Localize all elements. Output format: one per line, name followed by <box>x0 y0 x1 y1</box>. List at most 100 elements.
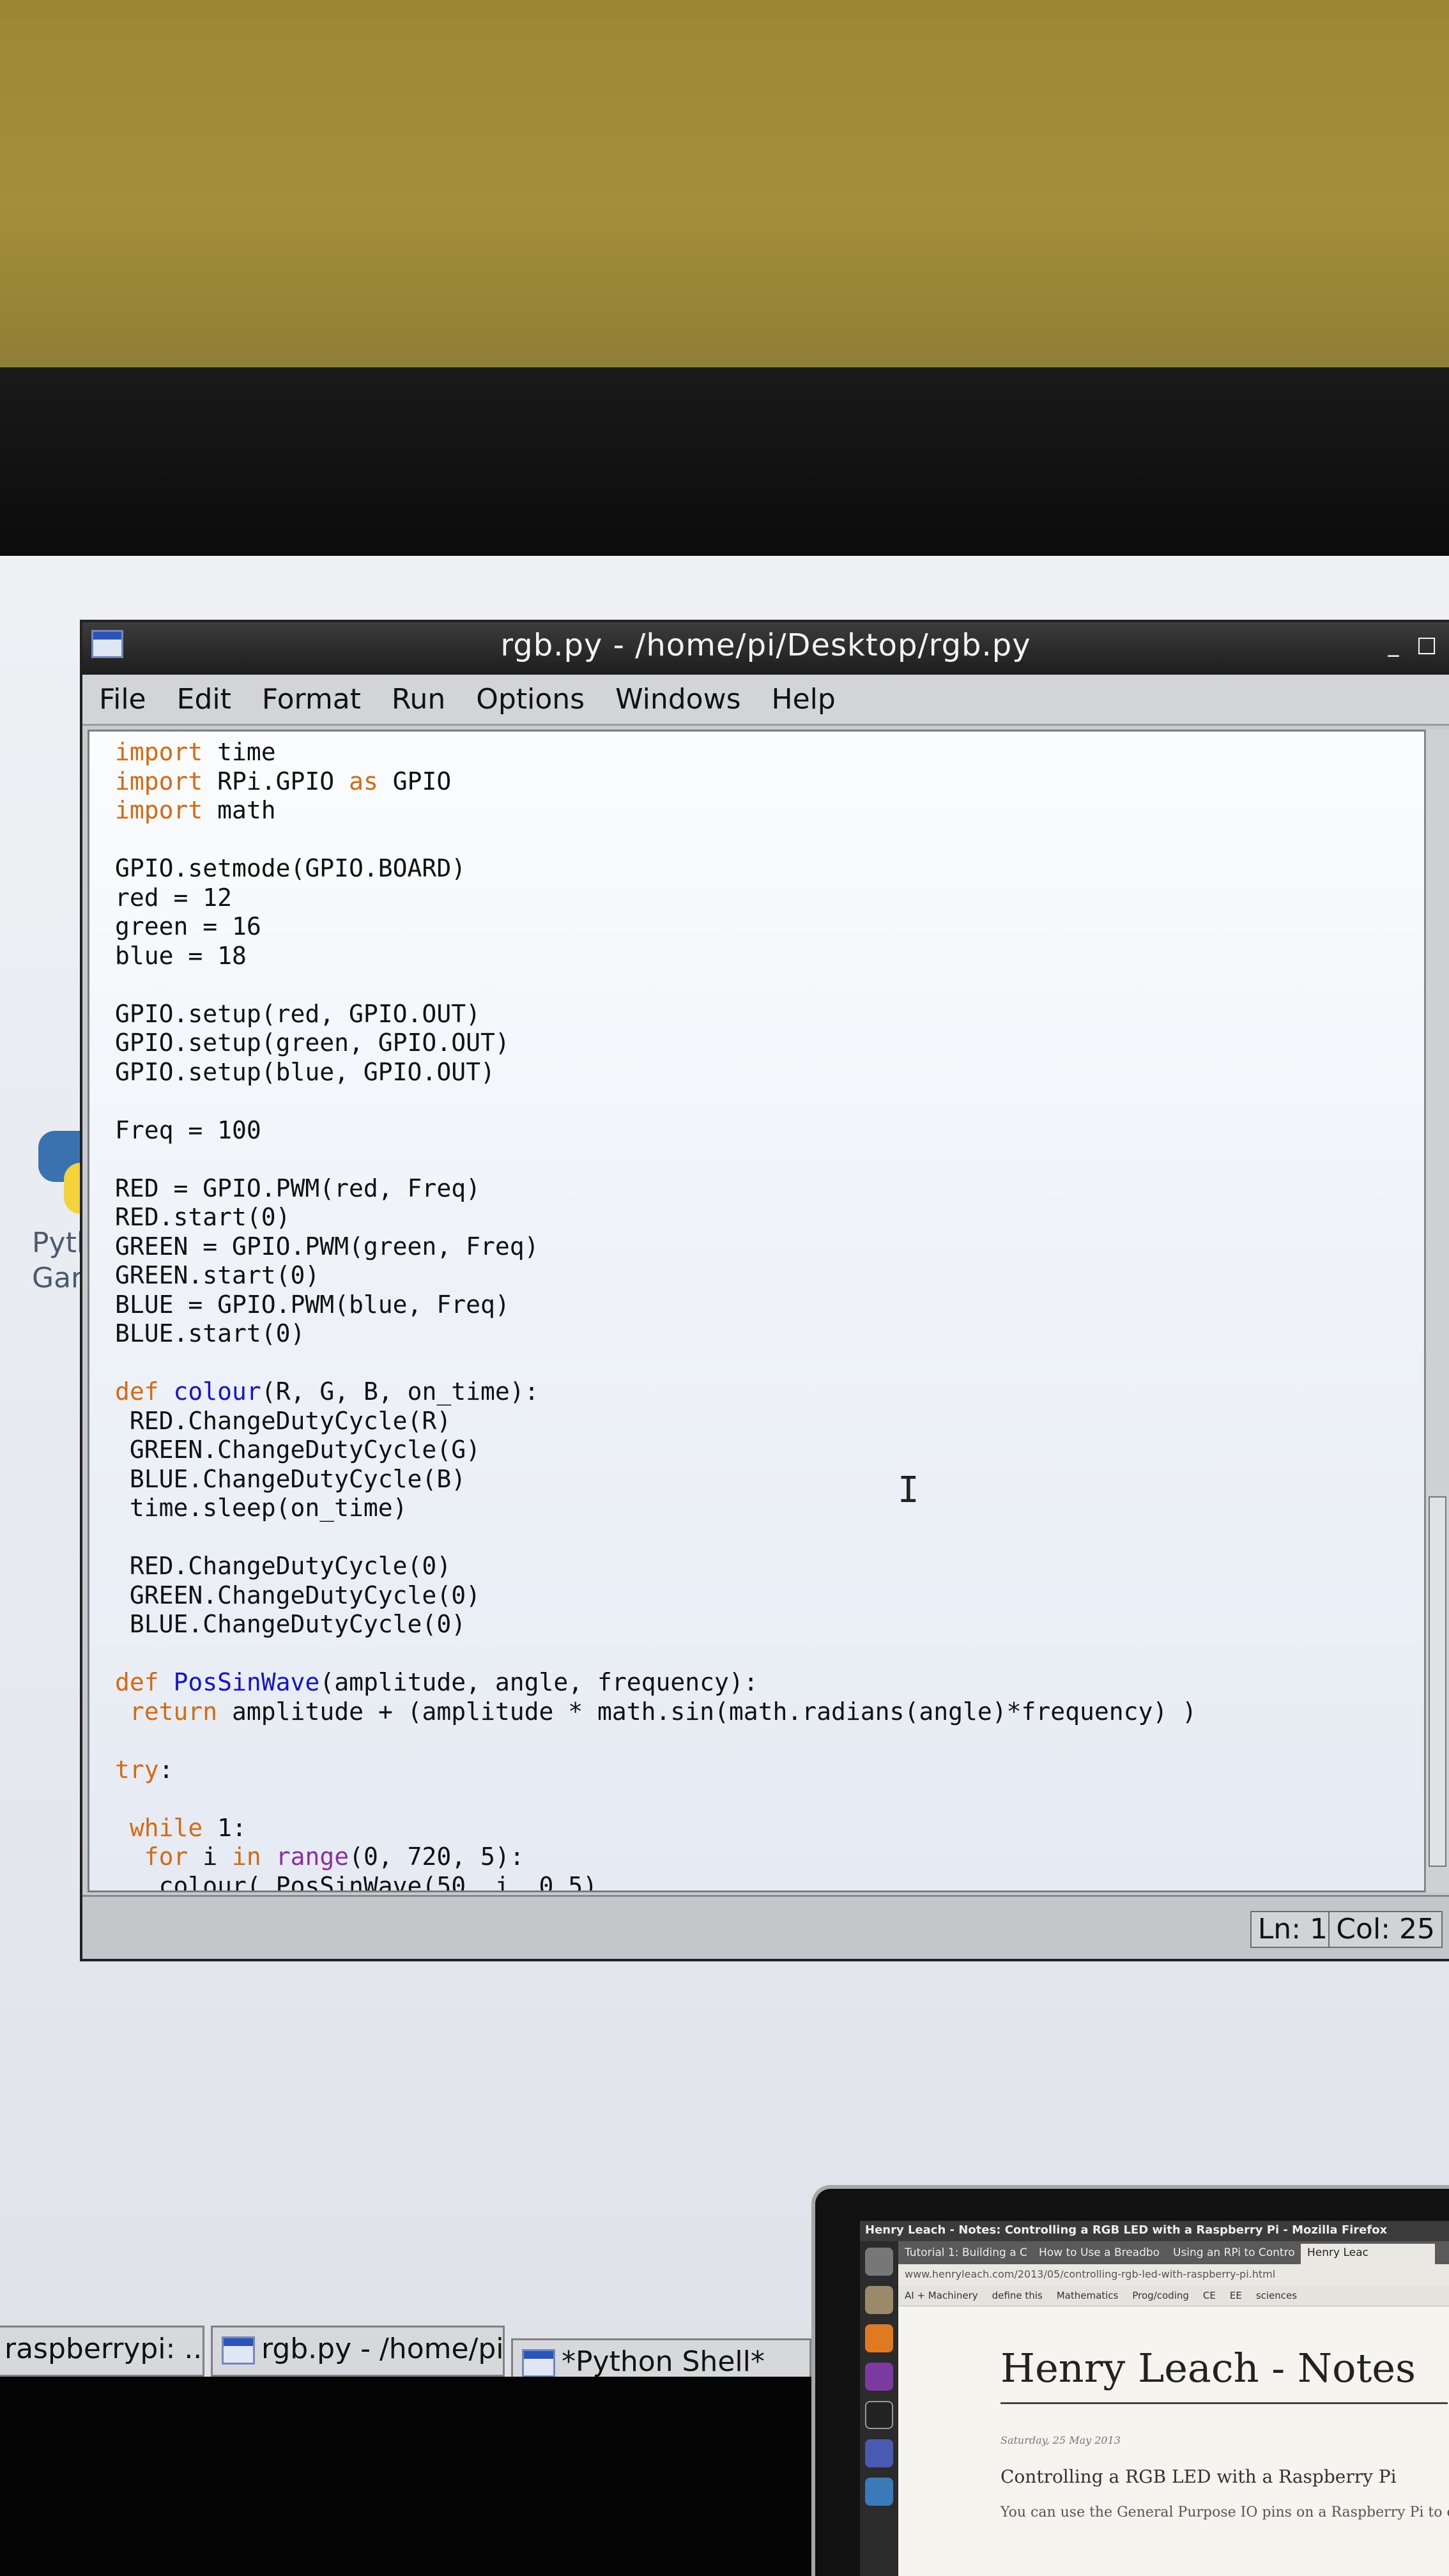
code-line[interactable]: GREEN.start(0) <box>115 1261 1197 1291</box>
post-title[interactable]: Controlling a RGB LED with a Raspberry P… <box>1000 2466 1397 2487</box>
status-column: Col: 25 <box>1328 1911 1443 1948</box>
menu-help[interactable]: Help <box>768 680 839 718</box>
firefox-tab-strip: Tutorial 1: Building a C How to Use a Bre… <box>898 2241 1449 2264</box>
window-title: rgb.py - /home/pi/Desktop/rgb.py <box>500 627 1031 663</box>
launcher-firefox-icon[interactable] <box>865 2324 893 2352</box>
code-line[interactable]: BLUE.ChangeDutyCycle(0) <box>115 1610 1197 1639</box>
code-line[interactable]: BLUE = GPIO.PWM(blue, Freq) <box>115 1291 1197 1320</box>
code-line[interactable]: import RPi.GPIO as GPIO <box>115 767 1197 797</box>
blog-title-rule <box>1000 2402 1448 2404</box>
code-line[interactable]: GPIO.setup(green, GPIO.OUT) <box>115 1029 1197 1058</box>
menu-file[interactable]: File <box>95 680 150 718</box>
code-line[interactable]: GPIO.setup(blue, GPIO.OUT) <box>115 1058 1197 1087</box>
bookmark-folder[interactable]: EE <box>1230 2290 1242 2301</box>
code-line[interactable]: ​ <box>115 1726 1197 1756</box>
window-icon <box>522 2349 555 2377</box>
menu-format[interactable]: Format <box>258 680 365 718</box>
bookmark-folder[interactable]: sciences <box>1256 2290 1297 2301</box>
code-line[interactable]: ​ <box>115 1349 1197 1378</box>
scrollbar-thumb[interactable] <box>1429 1496 1446 1867</box>
code-line[interactable]: import time <box>115 738 1197 767</box>
code-line[interactable]: GREEN.ChangeDutyCycle(G) <box>115 1436 1197 1465</box>
bookmark-folder[interactable]: AI + Machinery <box>905 2290 978 2301</box>
code-line[interactable]: ​ <box>115 1784 1197 1814</box>
code-line[interactable]: RED.ChangeDutyCycle(R) <box>115 1407 1197 1436</box>
code-line[interactable]: RED.start(0) <box>115 1203 1197 1232</box>
code-line[interactable]: GREEN.ChangeDutyCycle(0) <box>115 1581 1197 1611</box>
unity-launcher <box>860 2241 898 2576</box>
taskbar-item-label: raspberrypi: ... <box>4 2333 204 2365</box>
taskbar-item-label: rgb.py - /home/pi... <box>261 2333 505 2365</box>
firefox-tab[interactable]: Tutorial 1: Building a C <box>898 2244 1032 2264</box>
firefox-title-bar: Henry Leach - Notes: Controlling a RGB L… <box>860 2221 1449 2241</box>
text-cursor-icon: I <box>898 1469 919 1511</box>
laptop: Henry Leach - Notes: Controlling a RGB L… <box>811 2185 1449 2576</box>
code-line[interactable]: for i in range(0, 720, 5): <box>115 1843 1197 1872</box>
code-line[interactable]: ​ <box>115 1145 1197 1174</box>
blog-page: Henry Leach - Notes Saturday, 25 May 201… <box>898 2306 1449 2576</box>
code-line[interactable]: ​ <box>115 1523 1197 1552</box>
code-line[interactable]: time.sleep(on_time) <box>115 1494 1197 1523</box>
maximize-icon[interactable]: □ <box>1416 634 1438 657</box>
launcher-browser-icon[interactable] <box>865 2478 893 2506</box>
blog-title[interactable]: Henry Leach - Notes <box>1000 2345 1416 2391</box>
code-line[interactable]: import math <box>115 796 1197 825</box>
window-icon <box>222 2336 255 2365</box>
bookmark-folder[interactable]: define this <box>992 2290 1043 2301</box>
code-line[interactable]: blue = 18 <box>115 942 1197 971</box>
firefox-tab[interactable]: How to Use a Breadbo <box>1032 2244 1167 2264</box>
vertical-scrollbar[interactable] <box>1425 730 1449 1892</box>
title-bar[interactable]: rgb.py - /home/pi/Desktop/rgb.py _ □ <box>82 622 1449 675</box>
taskbar-item-editor[interactable]: rgb.py - /home/pi... <box>211 2326 505 2377</box>
wall-background <box>0 0 1449 371</box>
code-line[interactable]: def PosSinWave(amplitude, angle, frequen… <box>115 1668 1197 1698</box>
post-text: You can use the General Purpose IO pins … <box>1000 2504 1449 2520</box>
code-line[interactable]: ​ <box>115 825 1197 855</box>
code-line[interactable]: def colour(R, G, B, on_time): <box>115 1377 1197 1407</box>
code-line[interactable]: green = 16 <box>115 912 1197 942</box>
launcher-app-icon[interactable] <box>865 2439 893 2467</box>
code-line[interactable]: GPIO.setmode(GPIO.BOARD) <box>115 854 1197 884</box>
code-line[interactable]: return amplitude + (amplitude * math.sin… <box>115 1698 1197 1727</box>
laptop-screen: Henry Leach - Notes: Controlling a RGB L… <box>860 2221 1449 2576</box>
code-line[interactable]: red = 12 <box>115 884 1197 913</box>
code-line[interactable]: colour( PosSinWave(50, i, 0.5), <box>115 1872 1197 1891</box>
status-bar: Ln: 10 Col: 25 <box>82 1895 1449 1959</box>
menu-bar: File Edit Format Run Options Windows Hel… <box>82 675 1449 726</box>
menu-run[interactable]: Run <box>388 680 449 718</box>
idle-editor-window: rgb.py - /home/pi/Desktop/rgb.py _ □ Fil… <box>80 620 1449 1961</box>
monitor-bezel <box>0 367 1449 559</box>
post-date: Saturday, 25 May 2013 <box>1000 2434 1121 2446</box>
code-line[interactable]: ​ <box>115 1087 1197 1116</box>
minimize-icon[interactable]: _ <box>1383 634 1404 657</box>
code-line[interactable]: GREEN = GPIO.PWM(green, Freq) <box>115 1232 1197 1262</box>
code-line[interactable]: BLUE.start(0) <box>115 1319 1197 1349</box>
bookmark-folder[interactable]: Mathematics <box>1057 2290 1119 2301</box>
taskbar-item-label: *Python Shell* <box>562 2345 765 2378</box>
launcher-files-icon[interactable] <box>865 2286 893 2314</box>
taskbar-item-terminal[interactable]: raspberrypi: ... <box>0 2326 204 2377</box>
code-text[interactable]: import time import RPi.GPIO as GPIO import… <box>115 738 1197 1891</box>
bookmark-folder[interactable]: Prog/coding <box>1132 2290 1189 2301</box>
firefox-bookmarks-bar: AI + Machinery define this Mathematics Prog… <box>898 2286 1449 2306</box>
menu-edit[interactable]: Edit <box>173 680 235 718</box>
firefox-tab[interactable]: Using an RPi to Contro <box>1167 2244 1301 2264</box>
menu-options[interactable]: Options <box>472 680 588 718</box>
code-line[interactable]: BLUE.ChangeDutyCycle(B) <box>115 1465 1197 1494</box>
code-line[interactable]: ​ <box>115 970 1197 1000</box>
firefox-url-bar[interactable]: www.henryleach.com/2013/05/controlling-r… <box>898 2264 1449 2286</box>
code-line[interactable]: RED = GPIO.PWM(red, Freq) <box>115 1174 1197 1204</box>
code-line[interactable]: while 1: <box>115 1814 1197 1843</box>
code-line[interactable]: RED.ChangeDutyCycle(0) <box>115 1552 1197 1581</box>
firefox-tab-active[interactable]: Henry Leac <box>1301 2244 1435 2264</box>
code-line[interactable]: GPIO.setup(red, GPIO.OUT) <box>115 1000 1197 1029</box>
launcher-terminal-icon[interactable] <box>865 2401 893 2429</box>
code-line[interactable]: try: <box>115 1756 1197 1785</box>
menu-windows[interactable]: Windows <box>611 680 744 718</box>
code-line[interactable]: Freq = 100 <box>115 1116 1197 1146</box>
code-editor[interactable]: import time import RPi.GPIO as GPIO import… <box>88 730 1426 1892</box>
launcher-emacs-icon[interactable] <box>865 2363 893 2391</box>
launcher-home-icon[interactable] <box>865 2248 893 2276</box>
code-line[interactable]: ​ <box>115 1639 1197 1669</box>
bookmark-folder[interactable]: CE <box>1203 2290 1216 2301</box>
